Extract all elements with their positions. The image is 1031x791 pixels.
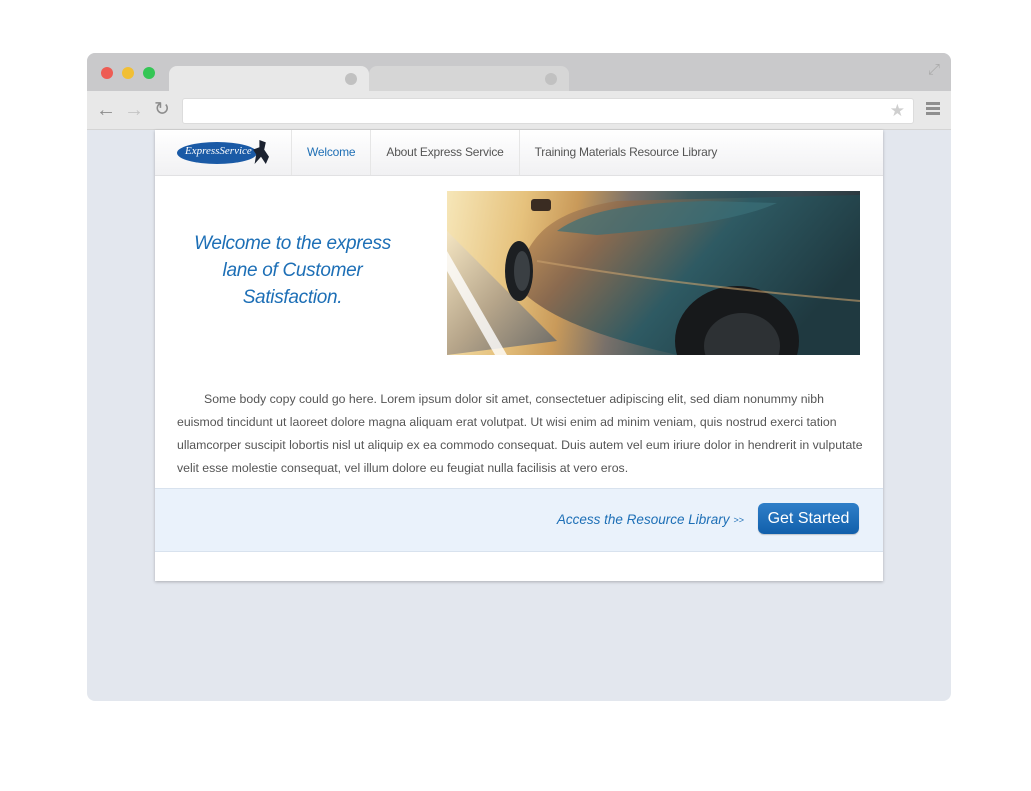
fullscreen-icon[interactable]: ⤢ <box>925 61 943 79</box>
main-nav: Welcome About Express Service Training M… <box>291 130 732 175</box>
browser-window: ⤢ ← → ↻ ★ ExpressService Welcome About E… <box>87 53 951 701</box>
hero-headline-line2: lane of Customer Satisfaction. <box>222 260 363 308</box>
cta-bar: Access the Resource Library >> Get Starte… <box>155 488 883 552</box>
hero-car-image <box>447 191 860 355</box>
browser-toolbar: ← → ↻ ★ <box>87 91 951 130</box>
nav-item-welcome[interactable]: Welcome <box>291 130 370 175</box>
forward-arrow-icon[interactable]: → <box>123 99 145 121</box>
logo-text: ExpressService <box>185 145 252 157</box>
body-copy: Some body copy could go here. Lorem ipsu… <box>177 392 863 476</box>
car-illustration <box>447 195 860 355</box>
nav-item-training-library[interactable]: Training Materials Resource Library <box>518 130 733 175</box>
address-bar[interactable]: ★ <box>182 98 914 124</box>
double-chevron-icon: >> <box>733 515 744 525</box>
browser-titlebar: ⤢ <box>87 53 951 92</box>
browser-tab-active[interactable] <box>169 66 369 92</box>
nav-item-about[interactable]: About Express Service <box>370 130 518 175</box>
reload-icon[interactable]: ↻ <box>151 99 173 121</box>
site-header: ExpressService Welcome About Express Ser… <box>155 130 883 176</box>
express-service-logo[interactable]: ExpressService <box>177 140 273 166</box>
resource-library-link-label: Access the Resource Library <box>556 512 730 527</box>
close-window-button[interactable] <box>101 67 113 79</box>
back-arrow-icon[interactable]: ← <box>95 99 117 121</box>
tab-close-icon[interactable] <box>345 73 357 85</box>
resource-library-link[interactable]: Access the Resource Library >> <box>557 512 744 527</box>
browser-tab-inactive[interactable] <box>369 66 569 92</box>
hero-headline-line1: Welcome to the express <box>194 233 391 254</box>
hero-headline: Welcome to the express lane of Customer … <box>175 230 410 311</box>
maximize-window-button[interactable] <box>143 67 155 79</box>
browser-menu-icon[interactable] <box>926 102 940 116</box>
runner-icon <box>253 140 269 164</box>
web-page: ExpressService Welcome About Express Ser… <box>155 130 883 581</box>
bookmark-star-icon[interactable]: ★ <box>890 101 905 121</box>
tab-close-icon[interactable] <box>545 73 557 85</box>
get-started-button[interactable]: Get Started <box>758 503 859 534</box>
minimize-window-button[interactable] <box>122 67 134 79</box>
